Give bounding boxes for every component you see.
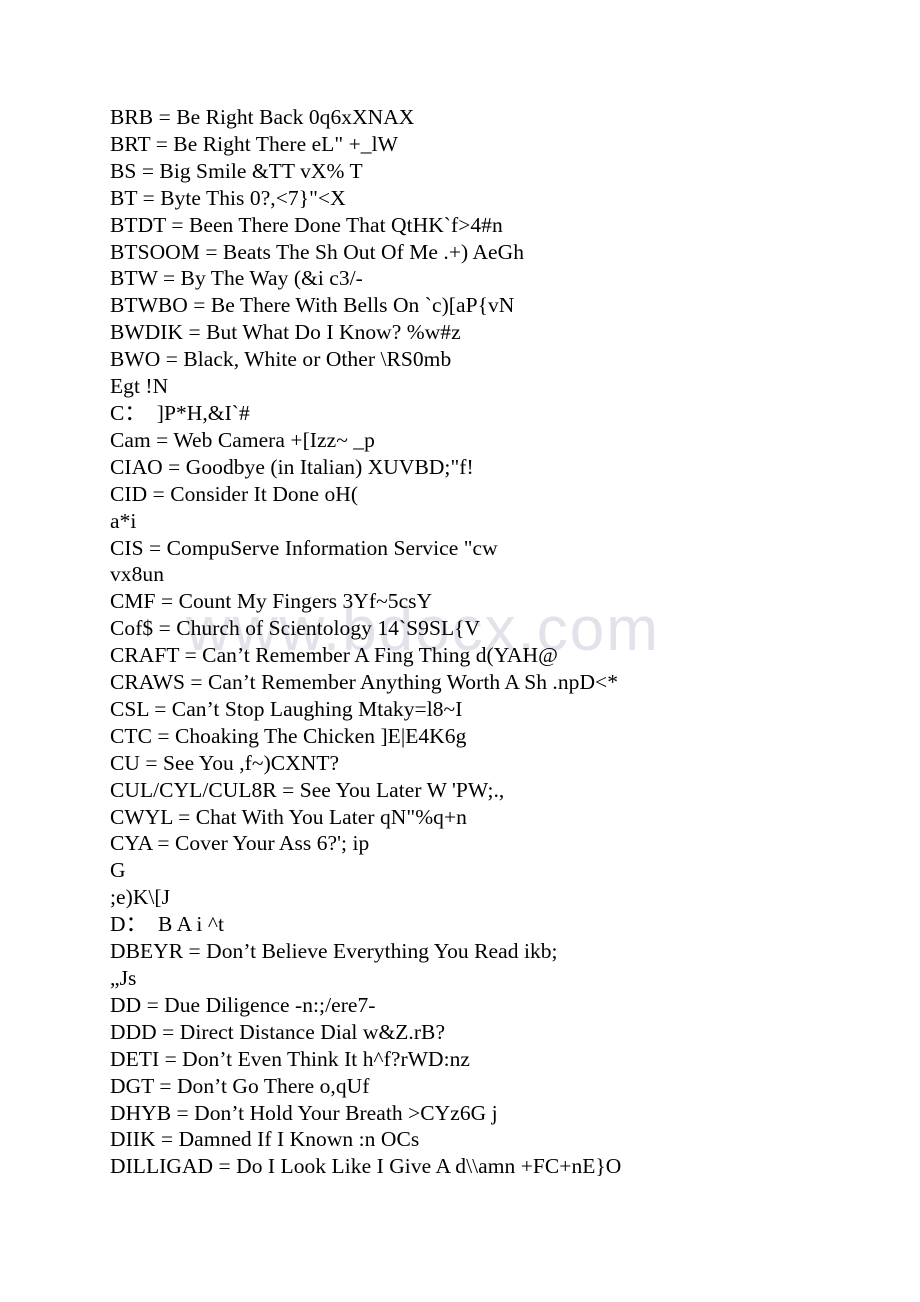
- document-line: a*i: [110, 508, 137, 533]
- document-line: DD = Due Diligence -n:;/ere7-: [110, 992, 376, 1017]
- document-line: Cof$ = Church of Scientology 14`S9SL{V: [110, 616, 481, 641]
- document-line: BRT = Be Right There eL" +_lW: [110, 131, 398, 156]
- document-line: BWO = Black, White or Other \RS0mb: [110, 347, 452, 372]
- document-line: DGT = Don’t Go There o,qUf: [110, 1073, 370, 1098]
- document-line: C： ]P*H,&I`#: [110, 400, 250, 425]
- document-line: BTW = By The Way (&i c3/-: [110, 266, 363, 291]
- document-line: BT = Byte This 0?,<7}"<X: [110, 185, 346, 210]
- document-line: CIAO = Goodbye (in Italian) XUVBD;"f!: [110, 454, 474, 479]
- document-line: BTSOOM = Beats The Sh Out Of Me .+) AeGh: [110, 239, 525, 264]
- document-line: BRB = Be Right Back 0q6xXNAX: [110, 105, 415, 129]
- document-line: DBEYR = Don’t Believe Everything You Rea…: [110, 939, 558, 964]
- document-line: DETI = Don’t Even Think It h^f?rWD:nz: [110, 1046, 471, 1071]
- document-line: CIS = CompuServe Information Service "cw: [110, 535, 498, 560]
- document-line: DHYB = Don’t Hold Your Breath >CYz6G j: [110, 1100, 498, 1125]
- document-line: CID = Consider It Done oH(: [110, 481, 359, 506]
- document-line: CMF = Count My Fingers 3Yf~5csY: [110, 589, 433, 614]
- document-line: BWDIK = But What Do I Know? %w#z: [110, 320, 461, 345]
- document-line: CUL/CYL/CUL8R = See You Later W 'PW;.,: [110, 777, 505, 802]
- document-line: CU = See You ,f~)CXNT?: [110, 750, 340, 775]
- document-line: DIIK = Damned If I Known :n OCs: [110, 1127, 420, 1152]
- document-line: D： B A i ^t: [110, 912, 225, 937]
- document-line: G: [110, 858, 126, 883]
- document-line: Egt !N: [110, 374, 169, 399]
- document-line: CWYL = Chat With You Later qN"%q+n: [110, 804, 467, 829]
- document-line: DILLIGAD = Do I Look Like I Give A d\\am…: [110, 1154, 622, 1179]
- document-line: CYA = Cover Your Ass 6?'; ip: [110, 831, 370, 856]
- document-line: vx8un: [110, 562, 164, 587]
- document-line: BTWBO = Be There With Bells On `c)[aP{vN: [110, 293, 515, 318]
- document-line: BTDT = Been There Done That QtHK`f>4#n: [110, 212, 503, 237]
- document-text-body: BRB = Be Right Back 0q6xXNAX BRT = Be Rig…: [110, 104, 870, 1180]
- document-line: ;e)K\[J: [110, 885, 171, 910]
- document-line: CTC = Choaking The Chicken ]E|E4K6g: [110, 723, 467, 748]
- document-line: Cam = Web Camera +[Izz~ _p: [110, 427, 375, 452]
- document-line: DDD = Direct Distance Dial w&Z.rB?: [110, 1019, 446, 1044]
- document-line: CRAFT = Can’t Remember A Fing Thing d(YA…: [110, 643, 558, 668]
- document-page: www.bdocx.com BRB = Be Right Back 0q6xXN…: [0, 0, 920, 1302]
- document-line: CRAWS = Can’t Remember Anything Worth A …: [110, 670, 619, 695]
- document-line: „Js: [110, 966, 137, 990]
- document-line: BS = Big Smile &TT vX% T: [110, 158, 363, 183]
- document-line: CSL = Can’t Stop Laughing Mtaky=l8~I: [110, 696, 463, 721]
